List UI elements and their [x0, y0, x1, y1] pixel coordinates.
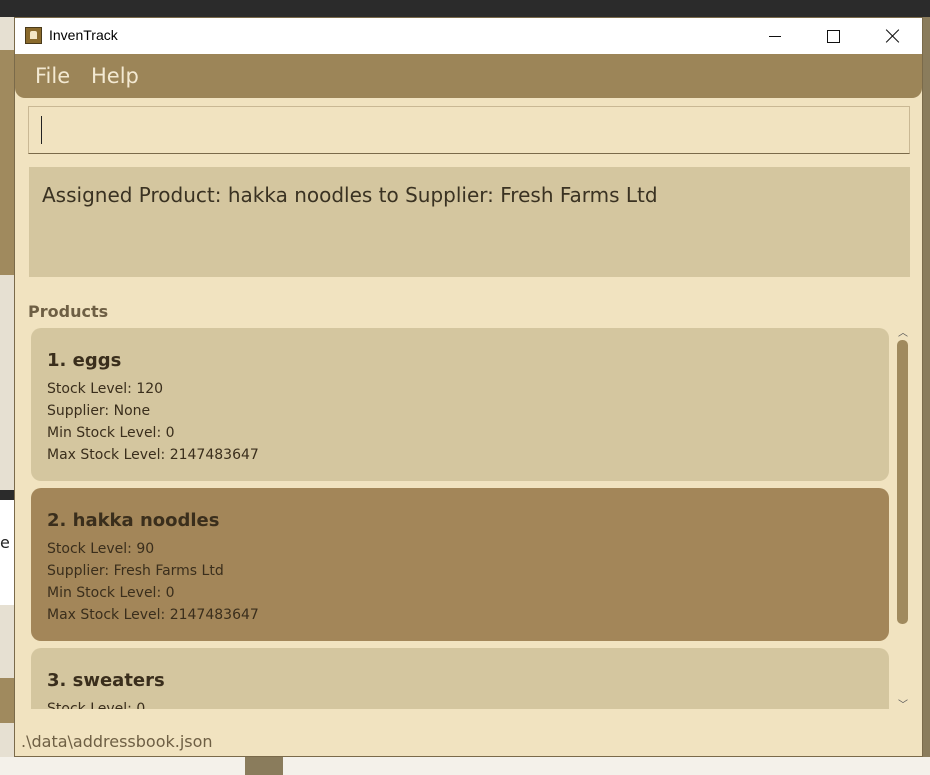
window-title: InvenTrack: [49, 27, 118, 43]
product-stock-level: Stock Level: 90: [47, 541, 155, 557]
maximize-icon: [826, 29, 840, 43]
product-name: 2. hakka noodles: [47, 510, 220, 531]
menu-help[interactable]: Help: [91, 64, 139, 88]
close-icon: [885, 29, 899, 43]
menu-bar: File Help: [15, 54, 922, 98]
command-input[interactable]: [29, 107, 909, 153]
command-box: [28, 106, 910, 154]
product-name: 3. sweaters: [47, 670, 165, 691]
product-card[interactable]: 3. sweaters Stock Level: 0: [31, 648, 889, 709]
chevron-down-icon[interactable]: ﹀: [898, 696, 908, 711]
product-min-stock: Min Stock Level: 0: [47, 425, 175, 441]
product-list-scrollbar[interactable]: ︿ ﹀: [895, 324, 911, 711]
menu-file[interactable]: File: [35, 64, 70, 88]
product-card-selected[interactable]: 2. hakka noodles Stock Level: 90 Supplie…: [31, 488, 889, 641]
background-panel: [0, 50, 15, 275]
title-bar[interactable]: InvenTrack: [15, 18, 922, 54]
text-caret: [41, 116, 42, 144]
maximize-button[interactable]: [804, 18, 862, 54]
product-supplier: Supplier: Fresh Farms Ltd: [47, 563, 224, 579]
background-text-fragment: e t: [0, 533, 15, 552]
product-min-stock: Min Stock Level: 0: [47, 585, 175, 601]
product-max-stock: Max Stock Level: 2147483647: [47, 447, 259, 463]
product-supplier: Supplier: None: [47, 403, 151, 419]
product-name: 1. eggs: [47, 350, 122, 371]
background-bottom-strip: [245, 757, 283, 775]
product-card[interactable]: 1. eggs Stock Level: 120 Supplier: None …: [31, 328, 889, 481]
minimize-button[interactable]: [746, 18, 804, 54]
chevron-up-icon[interactable]: ︿: [898, 324, 908, 339]
product-stock-level: Stock Level: 0: [47, 701, 146, 709]
background-panel: [0, 678, 15, 723]
result-display: Assigned Product: hakka noodles to Suppl…: [29, 167, 910, 277]
data-file-path: .\data\addressbook.json: [21, 732, 213, 751]
background-bottom-strip: [0, 757, 930, 775]
background-taskbar: [0, 0, 930, 17]
scrollbar-thumb[interactable]: [897, 340, 908, 624]
product-max-stock: Max Stock Level: 2147483647: [47, 607, 259, 623]
product-stock-level: Stock Level: 120: [47, 381, 164, 397]
background-panel: [0, 500, 15, 605]
products-label: Products: [28, 302, 109, 321]
result-message: Assigned Product: hakka noodles to Suppl…: [42, 183, 658, 207]
product-list[interactable]: 1. eggs Stock Level: 120 Supplier: None …: [29, 324, 895, 709]
status-bar: .\data\addressbook.json: [15, 728, 922, 756]
app-window: InvenTrack File Help Assigned Product: h…: [14, 17, 923, 757]
app-icon: [25, 27, 42, 44]
background-panel: [0, 490, 15, 500]
close-button[interactable]: [863, 18, 921, 54]
minimize-icon: [769, 35, 781, 37]
